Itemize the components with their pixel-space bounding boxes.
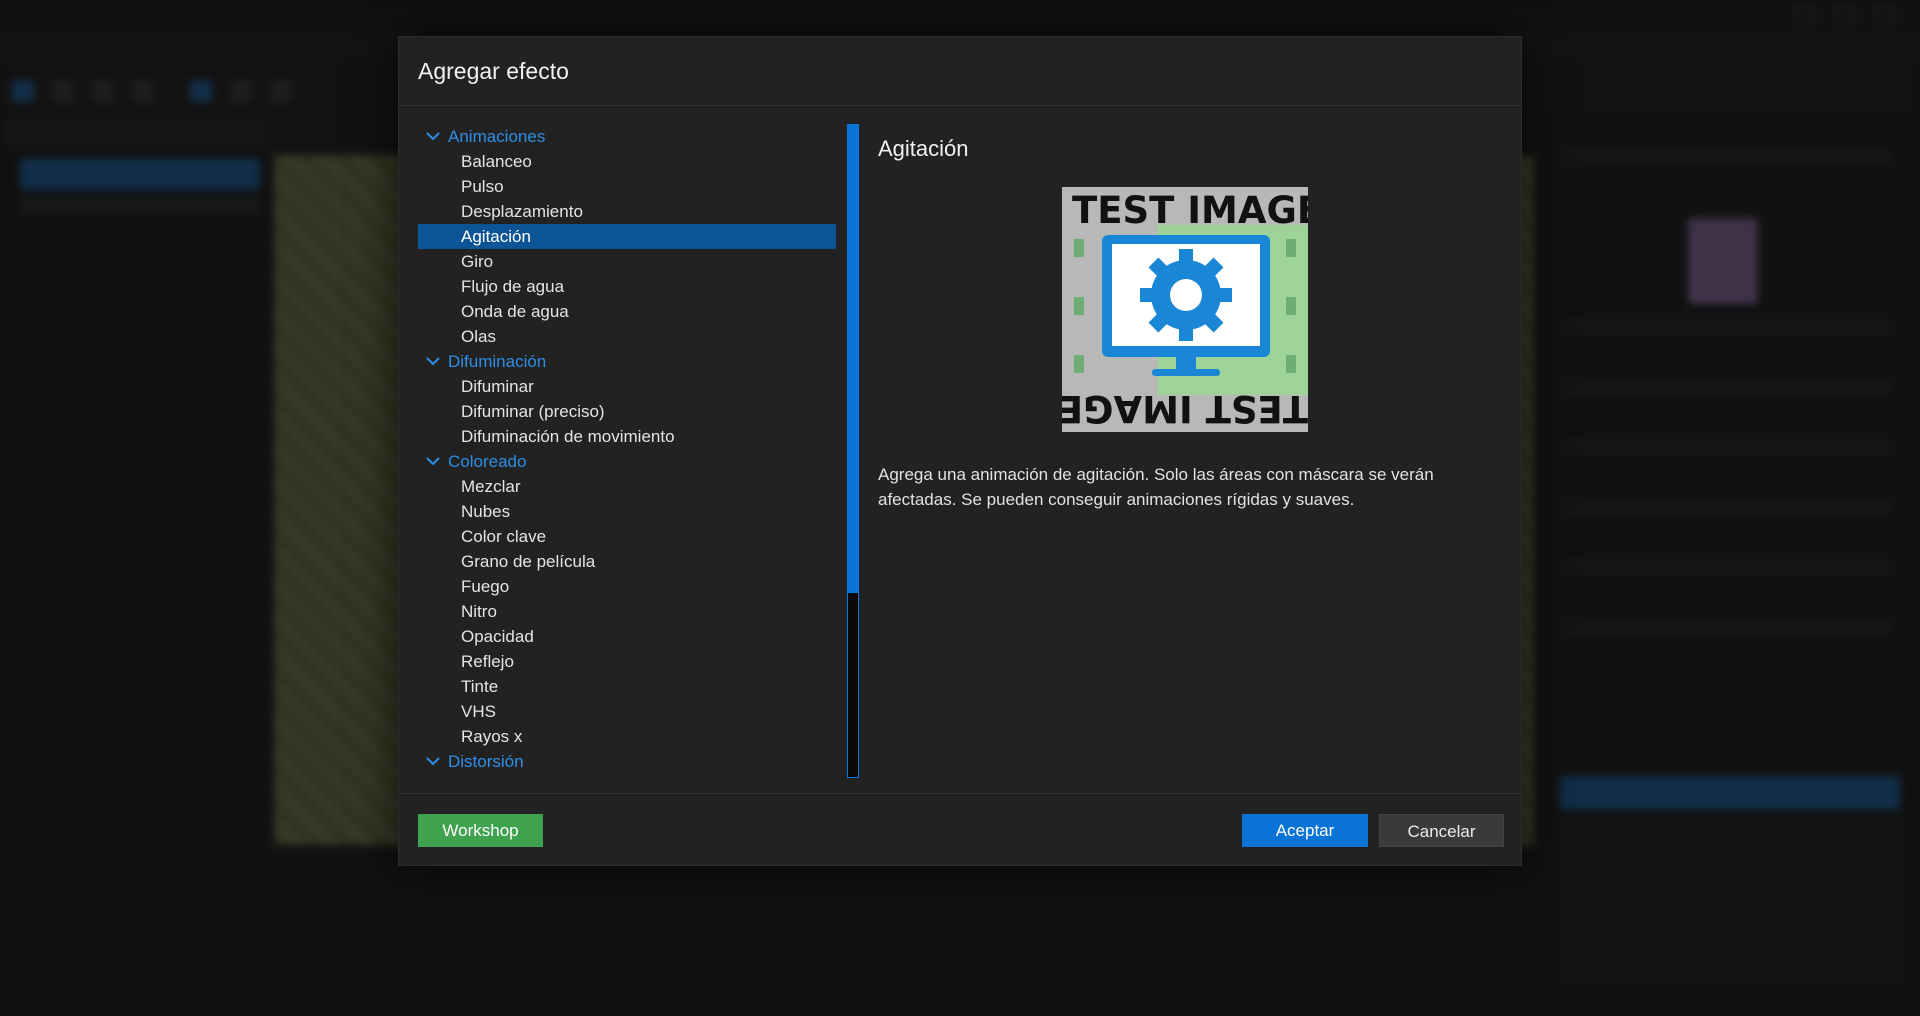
chevron-down-icon[interactable] <box>424 127 442 145</box>
tree-item-label: Grano de película <box>461 552 596 571</box>
tree-item[interactable]: Reflejo <box>418 649 836 674</box>
tree-category-label: Animaciones <box>448 127 546 146</box>
tree-item[interactable]: Rayos x <box>418 724 836 749</box>
effect-tree: Animaciones Balanceo Pulso Desplazamiento Ag… <box>418 124 836 778</box>
tree-item[interactable]: Fuego <box>418 574 836 599</box>
effect-tree-scrollbar[interactable] <box>847 124 859 778</box>
cancel-button[interactable]: Cancelar <box>1379 814 1504 847</box>
tree-category-label: Coloreado <box>448 452 527 471</box>
accept-button[interactable]: Aceptar <box>1242 814 1368 847</box>
scrollbar-thumb[interactable] <box>848 125 858 593</box>
effect-preview-image: TEST IMAGE TEST IMAGE <box>1062 187 1308 432</box>
tree-item-label: Agitación <box>461 227 531 246</box>
tree-item[interactable]: Onda de agua <box>418 299 836 324</box>
tree-item-label: Tinte <box>461 677 499 696</box>
tree-category-label: Difuminación <box>448 352 547 371</box>
effect-description: Agrega una animación de agitación. Solo … <box>878 465 1434 509</box>
tree-item-label: Nubes <box>461 502 511 521</box>
tree-item[interactable]: Nubes <box>418 499 836 524</box>
dialog-footer-divider <box>399 793 1521 794</box>
tree-item[interactable]: Balanceo <box>418 149 836 174</box>
tree-category-label: Distorsión <box>448 752 524 771</box>
tree-item[interactable]: Olas <box>418 324 836 349</box>
dialog-header-divider <box>399 105 1521 106</box>
tree-item[interactable]: Opacidad <box>418 624 836 649</box>
tree-item-label: Pulso <box>461 177 504 196</box>
tree-item-label: Difuminación de movimiento <box>461 427 675 446</box>
tree-item-label: Balanceo <box>461 152 532 171</box>
chevron-down-icon[interactable] <box>424 752 442 770</box>
effect-detail-title: Agitación <box>878 136 969 161</box>
tree-item-label: Rayos x <box>461 727 523 746</box>
tree-item[interactable]: Flujo de agua <box>418 274 836 299</box>
dialog-title: Agregar efecto <box>418 58 569 84</box>
workshop-button[interactable]: Workshop <box>418 814 543 847</box>
tree-item-label: Nitro <box>461 602 497 621</box>
tree-item[interactable]: Mezclar <box>418 474 836 499</box>
tree-item-label: Olas <box>461 327 496 346</box>
tree-item[interactable]: Difuminación de movimiento <box>418 424 836 449</box>
tree-item-label: Desplazamiento <box>461 202 583 221</box>
tree-item-label: Opacidad <box>461 627 534 646</box>
tree-item[interactable]: VHS <box>418 699 836 724</box>
tree-category[interactable]: Distorsión <box>418 749 836 774</box>
preview-text-top: TEST IMAGE <box>1072 189 1308 232</box>
tree-item-label: Giro <box>461 252 494 271</box>
gear-icon <box>1140 249 1232 341</box>
tree-item[interactable]: Grano de película <box>418 549 836 574</box>
tree-item[interactable]: Giro <box>418 249 836 274</box>
tree-item[interactable]: Pulso <box>418 174 836 199</box>
tree-item-label: Mezclar <box>461 477 521 496</box>
tree-item[interactable]: Difuminar (preciso) <box>418 399 836 424</box>
tree-item[interactable]: Tinte <box>418 674 836 699</box>
tree-item[interactable]: Desplazamiento <box>418 199 836 224</box>
tree-category[interactable]: Animaciones <box>418 124 836 149</box>
tree-item[interactable]: Agitación <box>418 224 836 249</box>
tree-item-label: Color clave <box>461 527 547 546</box>
tree-item-label: Difuminar <box>461 377 534 396</box>
tree-category[interactable]: Difuminación <box>418 349 836 374</box>
tree-item-label: Reflejo <box>461 652 514 671</box>
chevron-down-icon[interactable] <box>424 352 442 370</box>
tree-item-label: Fuego <box>461 577 510 596</box>
tree-item-label: Flujo de agua <box>461 277 565 296</box>
preview-text-bottom: TEST IMAGE <box>1062 387 1308 430</box>
tree-item[interactable]: Nitro <box>418 599 836 624</box>
tree-item-label: Onda de agua <box>461 302 569 321</box>
add-effect-dialog: Agregar efecto Animaciones Balanceo Pulso D… <box>398 36 1522 866</box>
chevron-down-icon[interactable] <box>424 452 442 470</box>
tree-category[interactable]: Coloreado <box>418 449 836 474</box>
tree-item[interactable]: Difuminar <box>418 374 836 399</box>
tree-item-label: Difuminar (preciso) <box>461 402 605 421</box>
tree-item-label: VHS <box>461 702 496 721</box>
tree-item[interactable]: Color clave <box>418 524 836 549</box>
